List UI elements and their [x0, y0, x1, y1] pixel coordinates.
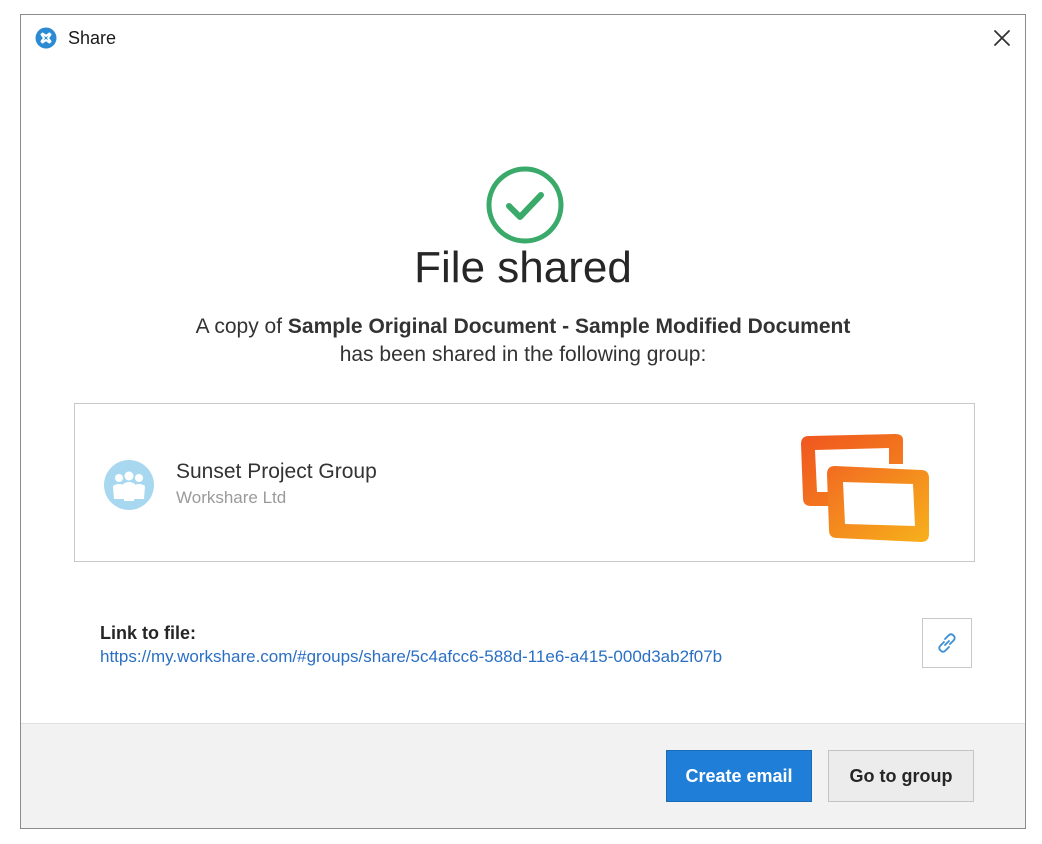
- check-circle-icon: [486, 166, 564, 244]
- workshare-logo-icon: [35, 27, 57, 49]
- link-icon: [938, 633, 956, 653]
- group-organization: Workshare Ltd: [176, 488, 287, 507]
- group-logo-icon: [801, 434, 929, 542]
- copy-link-button[interactable]: [922, 618, 972, 668]
- dialog-footer: Create email Go to group: [21, 723, 1025, 828]
- group-name: Sunset Project Group: [176, 460, 377, 483]
- close-icon[interactable]: [989, 25, 1015, 51]
- title-bar: Share: [21, 15, 1025, 63]
- go-to-group-button[interactable]: Go to group: [828, 750, 974, 802]
- share-dialog: Share File shared A copy of Sample Origi…: [20, 14, 1026, 829]
- create-email-button[interactable]: Create email: [666, 750, 812, 802]
- page-title: File shared: [414, 243, 632, 292]
- group-card[interactable]: Sunset Project Group Workshare Ltd: [74, 403, 975, 562]
- file-link[interactable]: https://my.workshare.com/#groups/share/5…: [100, 647, 722, 667]
- link-label: Link to file:: [100, 623, 196, 643]
- share-message: A copy of Sample Original Document - Sam…: [21, 313, 1025, 369]
- message-line-1: A copy of Sample Original Document - Sam…: [21, 313, 1025, 341]
- message-suffix: has been shared in the following group:: [339, 343, 707, 366]
- message-prefix: A copy of: [195, 315, 288, 338]
- group-people-icon: [104, 460, 154, 510]
- document-name: Sample Original Document - Sample Modifi…: [287, 315, 851, 338]
- window-title: Share: [68, 28, 117, 48]
